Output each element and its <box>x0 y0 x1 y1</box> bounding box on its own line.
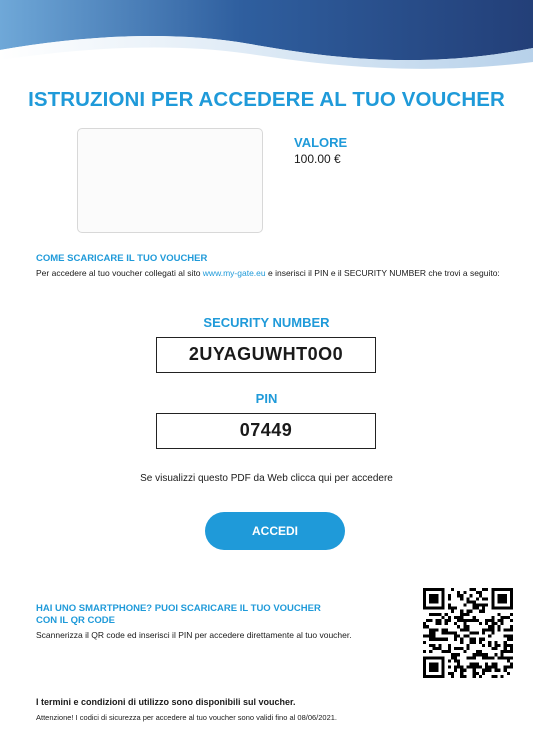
voucher-image-placeholder <box>77 128 263 233</box>
security-number-value: 2UYAGUWHT0O0 <box>156 337 376 373</box>
value-amount: 100.00 € <box>294 152 341 166</box>
security-number-label: SECURITY NUMBER <box>203 315 330 330</box>
header-wave-banner <box>0 0 533 69</box>
howto-text: Per accedere al tuo voucher collegati al… <box>36 268 506 279</box>
terms-text: I termini e condizioni di utilizzo sono … <box>36 697 296 707</box>
qr-code-icon[interactable] <box>423 588 513 678</box>
accedi-button[interactable]: ACCEDI <box>205 512 345 550</box>
page-title: ISTRUZIONI PER ACCEDERE AL TUO VOUCHER <box>28 88 505 111</box>
pin-label: PIN <box>255 391 278 406</box>
howto-title: COME SCARICARE IL TUO VOUCHER <box>36 253 208 264</box>
qr-title: HAI UNO SMARTPHONE? PUOI SCARICARE IL TU… <box>36 603 321 626</box>
pin-value: 07449 <box>156 413 376 449</box>
mygate-link[interactable]: www.my-gate.eu <box>203 268 266 278</box>
value-label: VALORE <box>294 135 348 150</box>
validity-warning: Attenzione! I codici di sicurezza per ac… <box>36 713 338 722</box>
howto-text-before: Per accedere al tuo voucher collegati al… <box>36 268 203 278</box>
howto-text-after: e inserisci il PIN e il SECURITY NUMBER … <box>265 268 500 278</box>
qr-description: Scannerizza il QR code ed inserisci il P… <box>36 630 352 640</box>
pdf-access-note[interactable]: Se visualizzi questo PDF da Web clicca q… <box>0 473 533 484</box>
